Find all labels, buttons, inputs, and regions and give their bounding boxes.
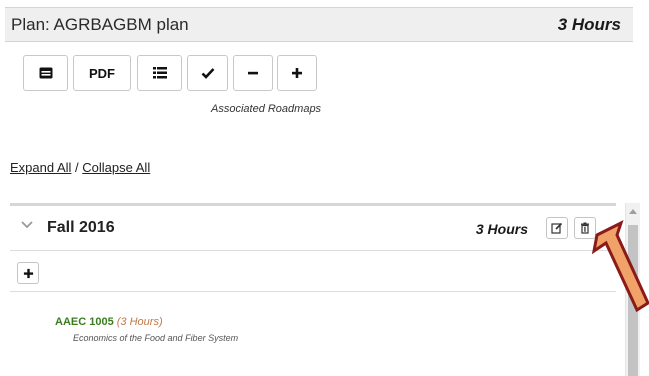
edit-term-button[interactable] [546, 217, 568, 239]
divider [10, 291, 616, 292]
collapse-button[interactable] [233, 55, 273, 91]
term-hours: 3 Hours [475, 221, 528, 237]
card-icon [39, 67, 52, 79]
expand-collapse-links: Expand All / Collapse All [10, 160, 150, 175]
pdf-label: PDF [89, 65, 115, 81]
course-title: Economics of the Food and Fiber System [73, 333, 239, 343]
add-course-button[interactable] [17, 262, 39, 284]
scroll-up-arrow-icon[interactable] [629, 209, 637, 214]
plan-hours: 3 Hours [557, 15, 621, 34]
link-separator: / [71, 160, 83, 175]
plus-icon [292, 68, 302, 78]
plan-title: Plan: AGRBAGBM plan [11, 15, 189, 34]
course-code-text: AAEC 1005 [55, 316, 114, 328]
pdf-button[interactable]: PDF [73, 55, 131, 91]
course-hours: (3 Hours) [116, 316, 163, 328]
expand-button[interactable] [277, 55, 317, 91]
plus-icon [23, 268, 33, 278]
edit-icon [551, 222, 563, 234]
minus-icon [248, 71, 258, 75]
term-header[interactable]: Fall 2016 3 Hours [10, 206, 616, 251]
check-button[interactable] [187, 55, 228, 91]
list-icon [152, 67, 167, 79]
check-icon [201, 68, 214, 79]
annotation-arrow-icon [591, 220, 649, 313]
list-view-button[interactable] [137, 55, 182, 91]
expand-all-link[interactable]: Expand All [10, 160, 71, 175]
term-panel: Fall 2016 3 Hours AAEC 1005 (3 Hours) Ec… [10, 203, 616, 376]
term-title: Fall 2016 [47, 219, 115, 236]
associated-roadmaps-label: Associated Roadmaps [211, 103, 322, 115]
collapse-all-link[interactable]: Collapse All [82, 160, 150, 175]
card-view-button[interactable] [23, 55, 68, 91]
plan-header: Plan: AGRBAGBM plan 3 Hours [5, 7, 633, 42]
chevron-down-icon[interactable] [20, 220, 34, 230]
plan-view: Plan: AGRBAGBM plan 3 Hours PDF Associat… [0, 0, 649, 376]
course-code[interactable]: AAEC 1005 (3 Hours) [55, 316, 163, 328]
